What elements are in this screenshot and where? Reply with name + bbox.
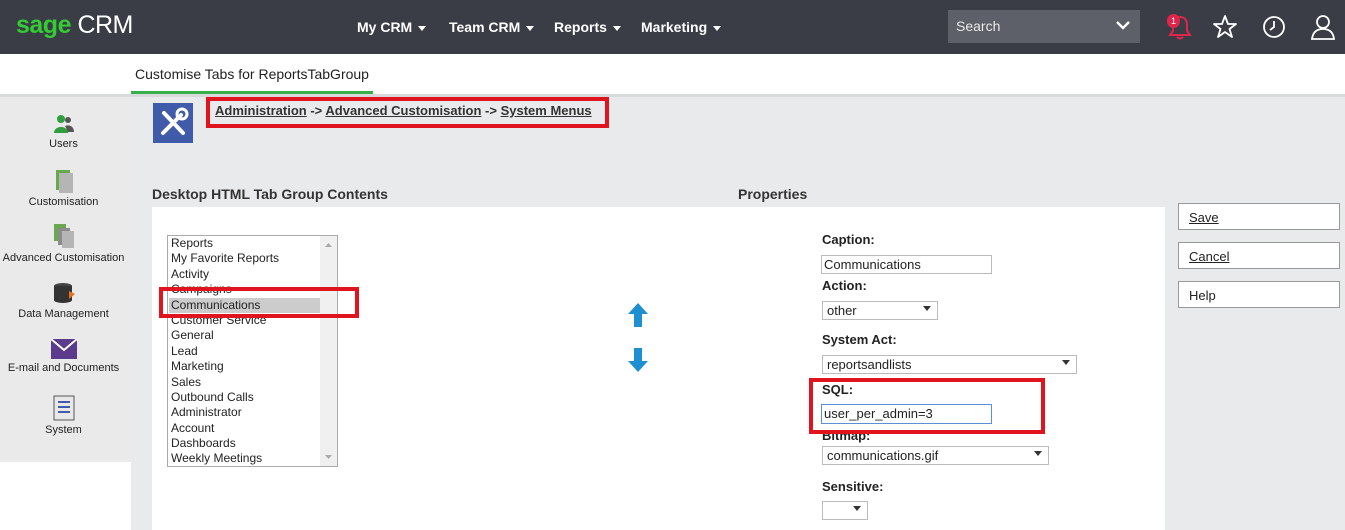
- system-icon: [53, 395, 74, 421]
- list-item[interactable]: Marketing: [171, 359, 224, 373]
- action-label: Action:: [822, 278, 867, 293]
- help-button[interactable]: Help: [1178, 281, 1340, 308]
- brand-sage-text: sage: [16, 11, 71, 39]
- bitmap-select[interactable]: communications.gif: [822, 446, 1049, 465]
- list-item[interactable]: Dashboards: [171, 436, 236, 450]
- customisation-icon: [55, 170, 73, 193]
- search-placeholder: Search: [956, 18, 1001, 34]
- chevron-down-icon: [923, 306, 931, 311]
- sidebar-item-advanced-customisation[interactable]: Advanced Customisation: [0, 223, 127, 264]
- nav-marketing-label: Marketing: [641, 19, 708, 35]
- sidebar-item-users[interactable]: Users: [0, 113, 127, 150]
- chevron-down-icon: [526, 25, 535, 31]
- chevron-down-icon: [713, 25, 722, 31]
- breadcrumb-highlight-box: [206, 97, 609, 128]
- save-button-label: Save: [1189, 210, 1219, 225]
- sage-crm-logo[interactable]: sage CRM: [16, 11, 133, 40]
- top-navigation-bar: sage CRM My CRM Team CRM Reports Marketi…: [0, 0, 1345, 54]
- nav-reports-label: Reports: [554, 19, 607, 35]
- sensitive-select[interactable]: [822, 501, 868, 520]
- caption-field[interactable]: Communications: [821, 255, 992, 274]
- star-icon[interactable]: [1210, 12, 1240, 42]
- sql-highlight-box: [809, 378, 1045, 434]
- nav-reports[interactable]: Reports: [554, 0, 621, 54]
- scroll-up-icon[interactable]: [320, 238, 337, 252]
- sidebar-item-data-management[interactable]: Data Management: [0, 281, 127, 320]
- list-item[interactable]: Activity: [171, 267, 209, 281]
- chevron-down-icon: [418, 25, 427, 31]
- bitmap-select-value: communications.gif: [827, 448, 939, 463]
- nav-my-crm[interactable]: My CRM: [357, 0, 427, 54]
- scroll-down-icon[interactable]: [320, 450, 337, 464]
- nav-marketing[interactable]: Marketing: [641, 0, 722, 54]
- list-item[interactable]: General: [171, 328, 214, 342]
- move-up-arrow-icon[interactable]: [627, 302, 649, 328]
- notification-badge: 1: [1167, 14, 1180, 28]
- tab-bar: Customise Tabs for ReportsTabGroup: [0, 54, 1345, 97]
- list-item[interactable]: My Favorite Reports: [171, 251, 279, 265]
- admin-sidebar: Users Customisation Advanced Customisati…: [0, 97, 131, 462]
- tab-list-box[interactable]: Reports My Favorite Reports Activity Cam…: [167, 235, 338, 467]
- brand-crm-text: CRM: [77, 11, 133, 39]
- action-select-value: other: [827, 303, 857, 318]
- sidebar-item-label: Advanced Customisation: [2, 252, 125, 264]
- system-act-select[interactable]: reportsandlists: [822, 355, 1077, 374]
- chevron-down-icon: [853, 506, 861, 511]
- save-button[interactable]: Save: [1178, 203, 1340, 230]
- list-item[interactable]: Sales: [171, 375, 201, 389]
- caption-label: Caption:: [822, 232, 875, 247]
- sidebar-item-label: E-mail and Documents: [7, 362, 120, 374]
- list-item[interactable]: Outbound Calls: [171, 390, 254, 404]
- list-item[interactable]: Account: [171, 421, 214, 435]
- help-button-label: Help: [1189, 288, 1216, 303]
- list-item[interactable]: Weekly Meetings: [171, 451, 262, 465]
- wrench-screwdriver-icon: [161, 107, 189, 135]
- chevron-down-icon[interactable]: [1114, 16, 1132, 34]
- users-icon: [53, 115, 74, 133]
- sidebar-item-label: Data Management: [18, 308, 109, 320]
- move-down-arrow-icon[interactable]: [627, 347, 649, 373]
- selection-highlight-box: [159, 287, 359, 318]
- properties-title: Properties: [738, 186, 808, 202]
- administration-tools-icon: [153, 103, 193, 143]
- database-icon: [53, 283, 75, 303]
- nav-my-crm-label: My CRM: [357, 19, 413, 35]
- envelope-icon: [50, 339, 77, 359]
- list-item[interactable]: Lead: [171, 344, 198, 358]
- action-select[interactable]: other: [822, 301, 938, 320]
- sensitive-label: Sensitive:: [822, 479, 884, 494]
- tab-group-contents-title: Desktop HTML Tab Group Contents: [152, 186, 388, 202]
- advanced-customisation-icon: [53, 224, 74, 248]
- sidebar-item-label: Users: [49, 138, 78, 150]
- cancel-button[interactable]: Cancel: [1178, 242, 1340, 269]
- list-item[interactable]: Administrator: [171, 405, 242, 419]
- clock-icon[interactable]: [1259, 12, 1289, 42]
- sidebar-item-system[interactable]: System: [0, 395, 127, 436]
- sidebar-item-email-documents[interactable]: E-mail and Documents: [0, 339, 127, 374]
- search-input[interactable]: Search: [948, 10, 1140, 43]
- user-profile-icon[interactable]: [1308, 12, 1338, 42]
- chevron-down-icon: [1034, 451, 1042, 456]
- system-act-select-value: reportsandlists: [827, 357, 912, 372]
- cancel-button-label: Cancel: [1189, 249, 1230, 264]
- sidebar-item-customisation[interactable]: Customisation: [0, 169, 127, 208]
- sidebar-item-label: Customisation: [28, 196, 99, 208]
- sidebar-item-label: System: [45, 424, 82, 436]
- chevron-down-icon: [1062, 360, 1070, 365]
- nav-team-crm[interactable]: Team CRM: [449, 0, 535, 54]
- system-act-label: System Act:: [822, 332, 897, 347]
- tab-customise-tabs[interactable]: Customise Tabs for ReportsTabGroup: [131, 54, 373, 94]
- list-scrollbar[interactable]: [320, 236, 337, 466]
- list-item[interactable]: Reports: [171, 236, 213, 250]
- nav-team-crm-label: Team CRM: [449, 19, 521, 35]
- sidebar-footer-space: [0, 462, 131, 530]
- chevron-down-icon: [612, 25, 621, 31]
